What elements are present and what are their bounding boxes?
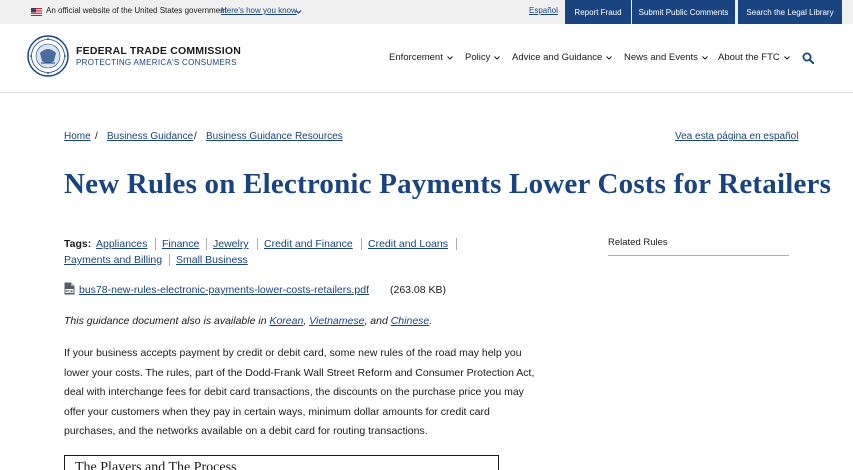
paragraph-line: If your business accepts payment by cred… [64, 347, 522, 359]
tag-small-business[interactable]: Small Business [176, 254, 248, 266]
paragraph-line: deal with interchange fees for debit car… [64, 386, 524, 398]
tag-credit-and-loans[interactable]: Credit and Loans [368, 238, 448, 250]
chevron-down-icon [494, 55, 501, 60]
nav-label: Advice and Guidance [512, 52, 603, 63]
report-fraud-button[interactable]: Report Fraud [565, 0, 631, 24]
heres-how-you-know-link[interactable]: Here's how you know [221, 6, 297, 15]
search-legal-library-button[interactable]: Search the Legal Library [738, 0, 842, 24]
breadcrumb-separator: / [95, 131, 98, 142]
spanish-version-link[interactable]: Vea esta página en español [675, 131, 798, 142]
chevron-down-icon [783, 55, 790, 60]
search-icon[interactable] [802, 52, 814, 64]
tag-divider [456, 238, 457, 250]
tag-jewelry[interactable]: Jewelry [213, 238, 249, 250]
tag-divider [257, 238, 258, 250]
tag-divider [361, 238, 362, 250]
nav-label: Enforcement [389, 52, 443, 63]
box-title: The Players and The Process [75, 460, 237, 470]
nav-news-and-events[interactable]: News and Events [624, 52, 708, 63]
page-title: New Rules on Electronic Payments Lower C… [64, 168, 832, 200]
language-availability: This guidance document also is available… [64, 315, 432, 327]
ftc-seal-icon[interactable] [27, 35, 69, 77]
related-rules-heading: Related Rules [608, 237, 668, 248]
breadcrumb-home[interactable]: Home [64, 131, 91, 142]
header-divider [0, 92, 853, 93]
nav-about-the-ftc[interactable]: About the FTC [718, 52, 790, 63]
vietnamese-link[interactable]: Vietnamese [309, 315, 364, 327]
paragraph-line: offer your customers when they pay in ce… [64, 405, 490, 418]
chinese-link[interactable]: Chinese [391, 315, 430, 327]
related-rules-divider [608, 255, 789, 256]
tag-credit-and-finance[interactable]: Credit and Finance [264, 238, 353, 250]
tag-divider [169, 254, 170, 266]
breadcrumb-separator: / [194, 131, 197, 142]
breadcrumb-business-guidance[interactable]: Business Guidance [107, 131, 193, 142]
paragraph-line: purchases, and the networks available on… [64, 425, 428, 437]
paragraph-line: lower your costs. The rules, part of the… [64, 366, 535, 379]
nav-policy[interactable]: Policy [465, 52, 501, 63]
agency-name[interactable]: FEDERAL TRADE COMMISSION [76, 45, 241, 57]
submit-public-comments-button[interactable]: Submit Public Comments [632, 0, 735, 24]
agency-tagline: PROTECTING AMERICA'S CONSUMERS [76, 58, 237, 67]
nav-label: News and Events [624, 52, 698, 63]
tag-divider [206, 238, 207, 250]
availability-separator: , [303, 315, 307, 327]
nav-enforcement[interactable]: Enforcement [389, 52, 453, 63]
us-flag-icon [31, 8, 42, 16]
svg-text:PDF: PDF [66, 289, 74, 293]
pdf-download-link[interactable]: bus78-new-rules-electronic-payments-lowe… [79, 284, 369, 296]
breadcrumb-business-guidance-resources[interactable]: Business Guidance Resources [206, 131, 343, 142]
pdf-file-icon: PDF [64, 282, 75, 295]
pdf-file-size: (263.08 KB) [390, 284, 447, 296]
korean-link[interactable]: Korean [269, 315, 303, 327]
availability-prefix: This guidance document also is available… [64, 315, 267, 327]
espanol-link[interactable]: Español [529, 6, 558, 15]
availability-separator: , and [364, 315, 388, 327]
chevron-down-icon [606, 55, 613, 60]
tag-appliances[interactable]: Appliances [96, 238, 147, 250]
tags-label: Tags: [64, 238, 92, 250]
tag-payments-and-billing[interactable]: Payments and Billing [64, 254, 162, 266]
availability-suffix: . [429, 315, 433, 327]
chevron-down-icon[interactable] [295, 9, 302, 15]
nav-label: Policy [465, 52, 491, 63]
tag-finance[interactable]: Finance [162, 238, 199, 250]
tag-divider [155, 238, 156, 250]
intro-paragraph: If your business accepts payment by cred… [64, 344, 554, 442]
nav-label: About the FTC [718, 52, 780, 63]
gov-banner-text: An official website of the United States… [46, 6, 227, 15]
chevron-down-icon [447, 55, 453, 60]
nav-advice-and-guidance[interactable]: Advice and Guidance [512, 52, 613, 63]
chevron-down-icon [702, 55, 708, 60]
